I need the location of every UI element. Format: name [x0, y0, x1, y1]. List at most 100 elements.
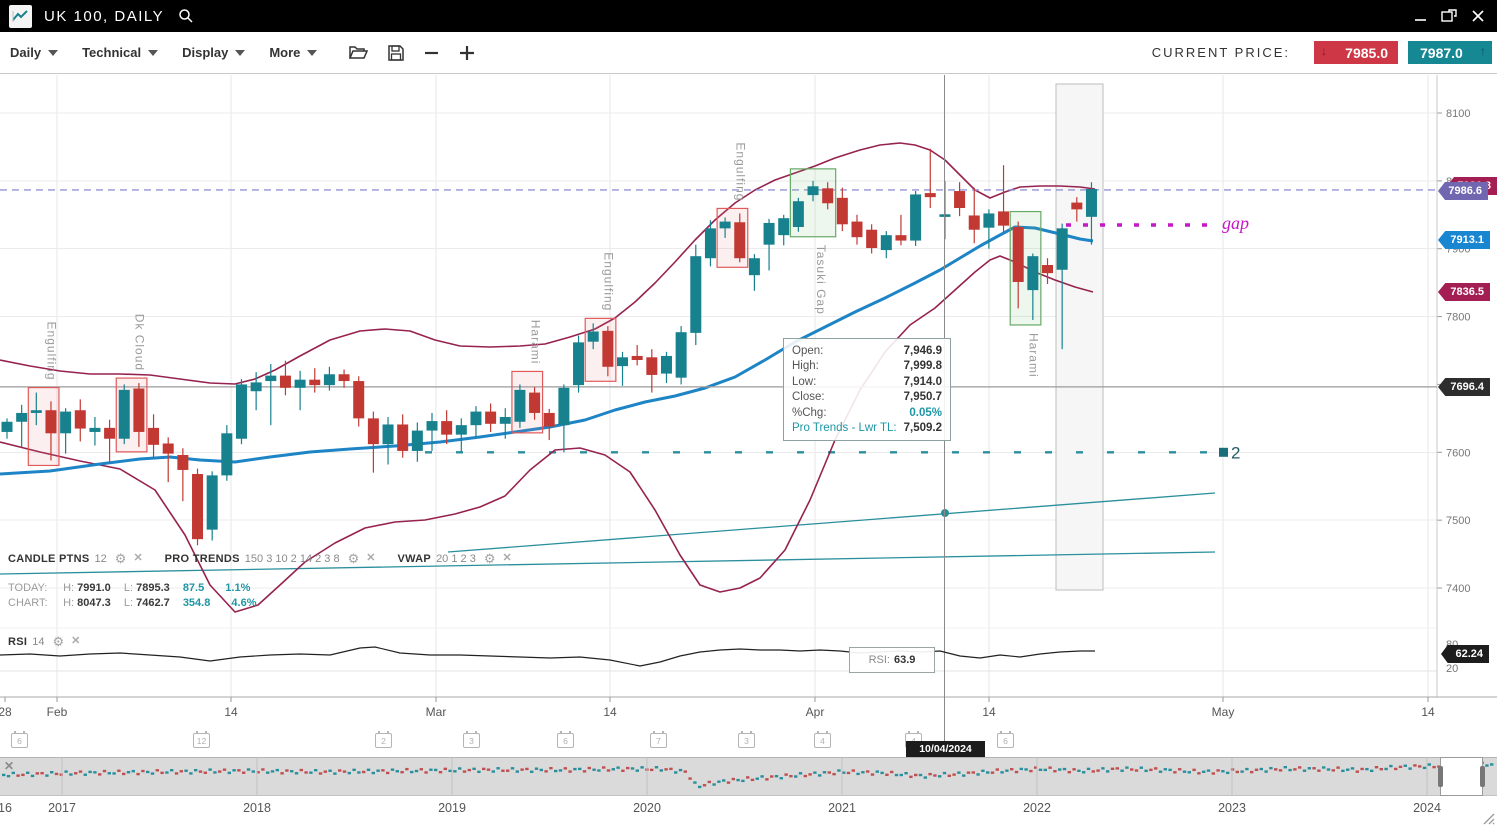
- candle-body: [1071, 203, 1082, 210]
- month-label: 14: [603, 705, 617, 719]
- candle-body: [295, 380, 306, 388]
- pattern-label: Harami: [1027, 333, 1041, 378]
- price-tick-label: 7400: [1446, 583, 1470, 595]
- candle-body: [969, 215, 980, 229]
- calendar-event-icon[interactable]: 3: [738, 733, 755, 748]
- search-icon[interactable]: [178, 8, 194, 24]
- candle-body: [925, 193, 936, 197]
- close-button[interactable]: [1471, 9, 1485, 23]
- candle-body: [251, 382, 262, 391]
- year-label: 2020: [633, 801, 661, 815]
- target-line-label: 2: [1231, 443, 1240, 462]
- calendar-event-icon[interactable]: 3: [463, 733, 480, 748]
- candle-body: [778, 218, 789, 235]
- year-label: 16: [0, 801, 12, 815]
- minimize-button[interactable]: [1414, 10, 1427, 23]
- calendar-event-icon[interactable]: 4: [814, 733, 831, 748]
- pattern-label: Dk Cloud: [133, 314, 147, 371]
- price-tick-label: 7500: [1446, 515, 1470, 527]
- candle-body: [221, 433, 232, 475]
- selection-region[interactable]: [1056, 84, 1103, 590]
- candle-body: [646, 357, 657, 375]
- candle-body: [485, 412, 496, 424]
- candle-body: [514, 390, 525, 422]
- popout-button[interactable]: [1441, 9, 1457, 23]
- crosshair-date-tooltip: 10/04/2024: [906, 741, 985, 757]
- navigator-right-handle[interactable]: [1480, 766, 1485, 787]
- candle-body: [324, 374, 335, 385]
- buy-price-button[interactable]: 7987.0 ↑: [1408, 41, 1492, 64]
- display-menu[interactable]: Display: [182, 45, 257, 60]
- calendar-event-icon[interactable]: 2: [375, 733, 392, 748]
- close-icon[interactable]: ✕: [71, 636, 80, 647]
- candle-body: [617, 357, 628, 366]
- candle-body: [544, 413, 555, 427]
- candle-body: [412, 431, 423, 451]
- rsi-tooltip: RSI:63.9: [849, 647, 935, 673]
- zoom-out-icon[interactable]: [424, 45, 439, 60]
- calendar-event-icon[interactable]: 6: [11, 733, 28, 748]
- chevron-down-icon: [307, 50, 317, 56]
- candle-body: [954, 191, 965, 208]
- close-icon[interactable]: ✕: [133, 553, 142, 564]
- open-folder-icon[interactable]: [349, 45, 368, 60]
- candle-body: [265, 376, 276, 381]
- candle-body: [45, 410, 56, 433]
- indicator-chip-row: CANDLE PTNS12 ⚙✕ PRO TRENDS150 3 10 2 14…: [8, 552, 534, 565]
- price-axis-badge: 7913.1: [1438, 231, 1490, 249]
- gear-icon[interactable]: ⚙: [53, 635, 65, 648]
- more-menu[interactable]: More: [269, 45, 329, 60]
- candle-body: [133, 389, 144, 432]
- gear-icon[interactable]: ⚙: [115, 552, 127, 565]
- candle-body: [1057, 228, 1068, 269]
- calendar-event-icon[interactable]: 6: [997, 733, 1014, 748]
- candle-body: [749, 258, 760, 275]
- candle-body: [573, 342, 584, 385]
- navigator-view-window[interactable]: [1440, 757, 1483, 796]
- technical-menu[interactable]: Technical: [82, 45, 170, 60]
- target-line-handle[interactable]: [1219, 448, 1228, 457]
- gap-annotation-label: gap: [1222, 213, 1249, 234]
- zoom-in-icon[interactable]: [459, 45, 475, 61]
- candle-body: [2, 422, 13, 432]
- chart-stats-row: CHART: H: 8047.3 L: 7462.7 354.8 4.6%: [8, 597, 274, 609]
- price-tick-label: 8100: [1446, 108, 1470, 120]
- calendar-event-icon[interactable]: 7: [650, 733, 667, 748]
- chart-application: 8100800079007800770076007500740080202Eng…: [0, 0, 1497, 827]
- timeframe-menu[interactable]: Daily: [10, 45, 70, 60]
- gear-icon[interactable]: ⚙: [348, 552, 360, 565]
- month-label: Feb: [47, 705, 68, 719]
- candle-body: [734, 222, 745, 258]
- navigator-left-handle[interactable]: [1438, 766, 1443, 787]
- year-label: 2024: [1413, 801, 1441, 815]
- arrow-up-icon: ↑: [1480, 44, 1486, 58]
- sell-price-button[interactable]: ↓ 7985.0: [1314, 41, 1398, 64]
- candle-body: [368, 418, 379, 444]
- candle-body: [89, 428, 100, 432]
- candle-body: [676, 332, 687, 377]
- indicator-rsi: RSI14 ⚙✕: [8, 635, 102, 648]
- candle-body: [207, 475, 218, 529]
- window-title: UK 100, DAILY: [44, 8, 164, 25]
- save-icon[interactable]: [388, 45, 404, 61]
- navigator-close-icon[interactable]: ✕: [4, 759, 14, 773]
- candle-body: [60, 412, 71, 434]
- candle-body: [236, 384, 247, 438]
- gear-icon[interactable]: ⚙: [484, 552, 496, 565]
- resize-handle-icon[interactable]: [1483, 812, 1495, 827]
- chart-surface[interactable]: 8100800079007800770076007500740080202Eng…: [0, 0, 1497, 827]
- calendar-event-icon[interactable]: 12: [193, 733, 210, 748]
- candle-body: [529, 393, 540, 413]
- candle-body: [104, 428, 115, 439]
- price-axis-badge: 7836.5: [1438, 283, 1490, 301]
- calendar-event-icon[interactable]: 6: [557, 733, 574, 748]
- close-icon[interactable]: ✕: [366, 553, 375, 564]
- close-icon[interactable]: ✕: [502, 553, 511, 564]
- price-axis-badge: 62.24: [1441, 645, 1489, 663]
- month-label: Mar: [426, 705, 447, 719]
- candle-body: [177, 455, 188, 470]
- candle-body: [822, 188, 833, 203]
- price-axis-badge: 7696.4: [1438, 378, 1490, 396]
- month-label: May: [1212, 705, 1235, 719]
- candle-body: [910, 194, 921, 240]
